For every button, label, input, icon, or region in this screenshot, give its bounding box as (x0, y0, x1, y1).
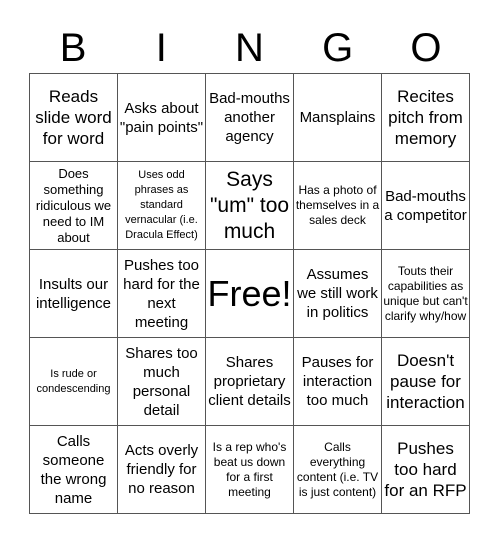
cell-text: Reads slide word for word (35, 87, 112, 148)
bingo-cell[interactable]: Bad-mouths a competitor (382, 162, 470, 250)
header-letter-n: N (235, 26, 264, 70)
bingo-cell[interactable]: Pauses for interaction too much (294, 338, 382, 426)
bingo-cell[interactable]: Has a photo of themselves in a sales dec… (294, 162, 382, 250)
bingo-cell[interactable]: Reads slide word for word (30, 74, 118, 162)
cell-text: Mansplains (299, 109, 376, 126)
bingo-cell[interactable]: Shares proprietary client details (206, 338, 294, 426)
cell-text: Touts their capabilities as unique but c… (383, 263, 468, 323)
bingo-cell[interactable]: Touts their capabilities as unique but c… (382, 250, 470, 338)
cell-text: Asks about "pain points" (119, 99, 204, 136)
cell-text: Assumes we still work in politics (297, 266, 378, 321)
cell-text: Is rude or condescending (36, 367, 111, 395)
bingo-header: B I N G O (29, 24, 470, 72)
bingo-cell[interactable]: Calls someone the wrong name (30, 426, 118, 514)
bingo-cell[interactable]: Does something ridiculous we need to IM … (30, 162, 118, 250)
bingo-cell[interactable]: Recites pitch from memory (382, 74, 470, 162)
header-letter-b: B (59, 26, 87, 70)
bingo-cell[interactable]: Assumes we still work in politics (294, 250, 382, 338)
cell-text: Bad-mouths another agency (209, 90, 290, 145)
cell-text: Shares proprietary client details (208, 354, 291, 409)
cell-text: Shares too much personal detail (125, 344, 198, 419)
cell-text: Recites pitch from memory (388, 87, 463, 148)
bingo-cell[interactable]: Shares too much personal detail (118, 338, 206, 426)
bingo-cell[interactable]: Is rude or condescending (30, 338, 118, 426)
cell-text: Pushes too hard for an RFP (384, 439, 467, 500)
bingo-cell[interactable]: Insults our intelligence (30, 250, 118, 338)
cell-text: Pushes too hard for the next meeting (123, 256, 200, 331)
bingo-cell[interactable]: Calls everything content (i.e. TV is jus… (294, 426, 382, 514)
cell-text: Free! (207, 272, 292, 314)
header-letter-o: O (410, 26, 442, 70)
cell-text: Uses odd phrases as standard vernacular … (125, 169, 198, 241)
cell-text: Insults our intelligence (35, 275, 112, 312)
cell-text: Calls everything content (i.e. TV is jus… (296, 439, 379, 499)
cell-text: Bad-mouths a competitor (384, 187, 467, 224)
cell-text: Pauses for interaction too much (301, 354, 374, 409)
bingo-cell[interactable]: Acts overly friendly for no reason (118, 426, 206, 514)
cell-text: Calls someone the wrong name (40, 432, 107, 507)
bingo-cell[interactable]: Pushes too hard for the next meeting (118, 250, 206, 338)
bingo-cell[interactable]: Doesn't pause for interaction (382, 338, 470, 426)
bingo-cell[interactable]: Asks about "pain points" (118, 74, 206, 162)
bingo-cell[interactable]: Is a rep who's beat us down for a first … (206, 426, 294, 514)
header-letter-g: G (322, 26, 354, 70)
cell-text: Acts overly friendly for no reason (124, 442, 199, 497)
cell-text: Has a photo of themselves in a sales dec… (295, 183, 380, 227)
free-space[interactable]: Free! (206, 250, 294, 338)
cell-text: Says "um" too much (209, 167, 290, 243)
cell-text: Doesn't pause for interaction (386, 351, 465, 412)
cell-text: Does something ridiculous we need to IM … (35, 165, 112, 245)
bingo-cell[interactable]: Pushes too hard for an RFP (382, 426, 470, 514)
bingo-grid: Reads slide word for word Asks about "pa… (29, 73, 470, 514)
bingo-cell[interactable]: Uses odd phrases as standard vernacular … (118, 162, 206, 250)
bingo-cell[interactable]: Bad-mouths another agency (206, 74, 294, 162)
cell-text: Is a rep who's beat us down for a first … (212, 439, 287, 499)
bingo-cell[interactable]: Mansplains (294, 74, 382, 162)
bingo-cell[interactable]: Says "um" too much (206, 162, 294, 250)
header-letter-i: I (155, 26, 167, 70)
